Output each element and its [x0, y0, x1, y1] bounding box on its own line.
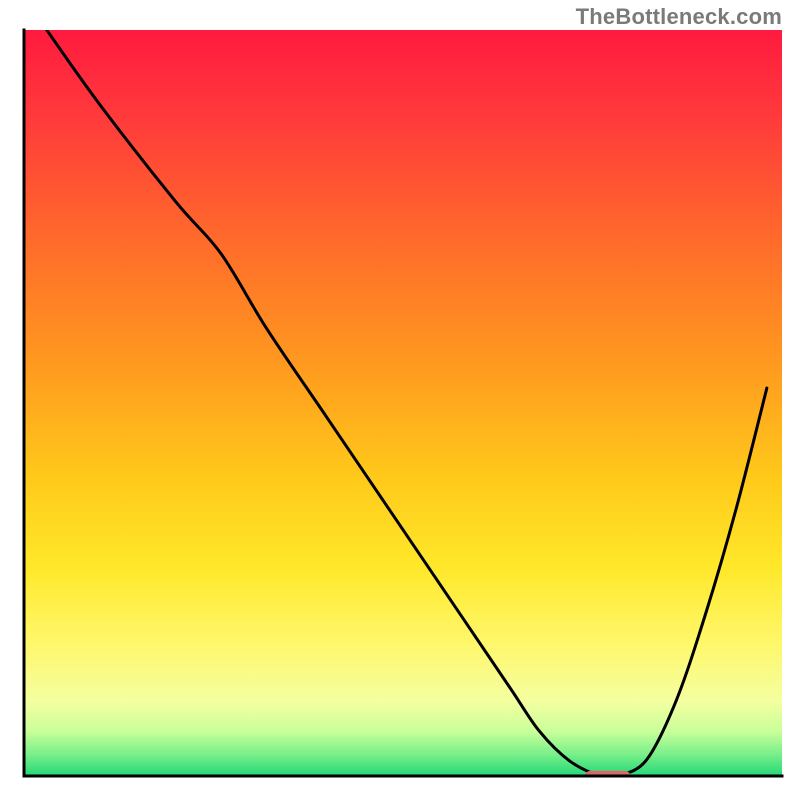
gradient-background: [24, 30, 782, 776]
chart-stage: TheBottleneck.com: [0, 0, 800, 800]
bottleneck-chart: [0, 0, 800, 800]
